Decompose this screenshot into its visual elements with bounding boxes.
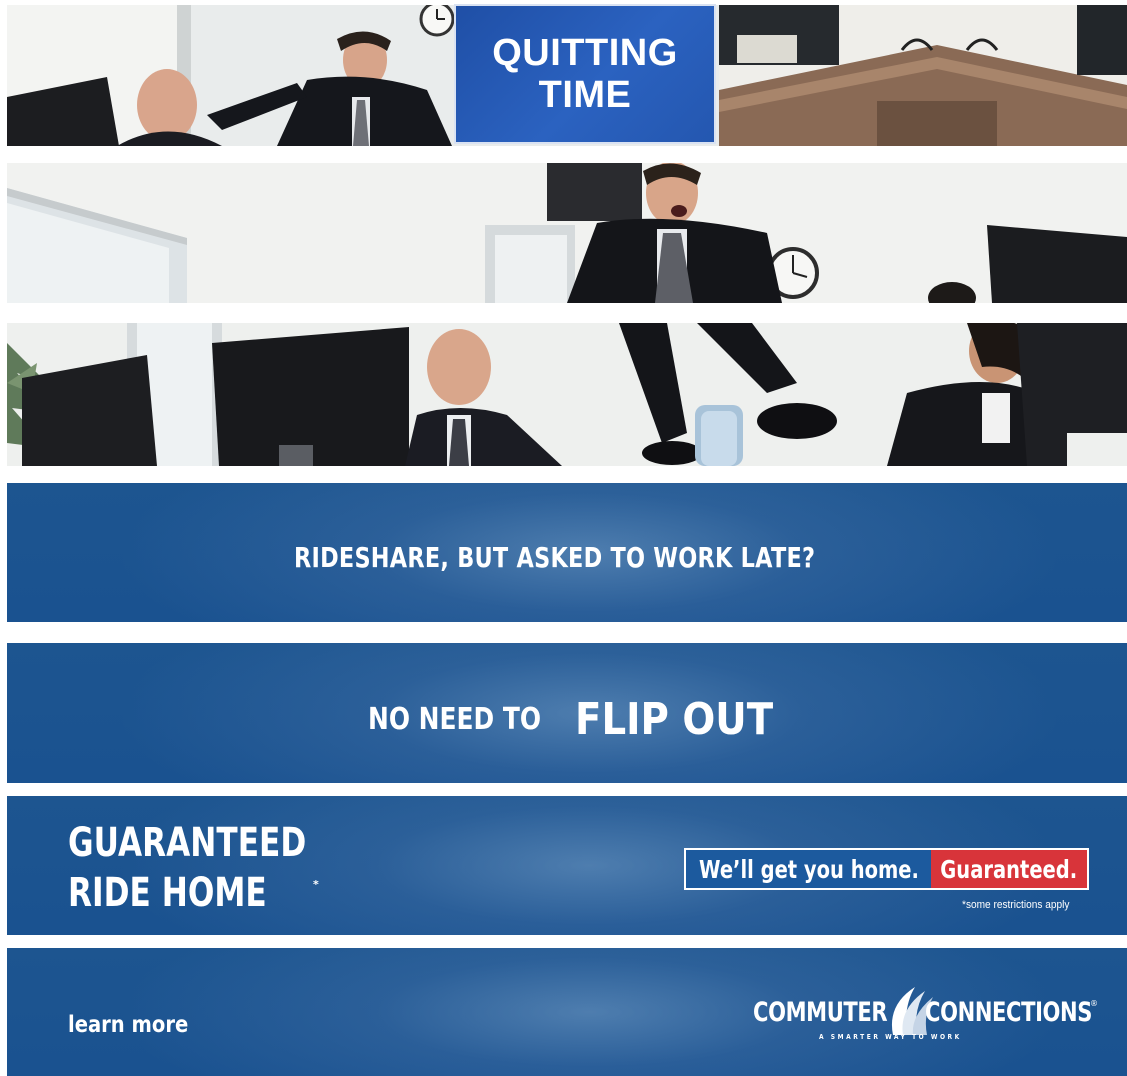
- logo-tagline: A SMARTER WAY TO WORK: [819, 1033, 962, 1041]
- logo-word-connections: CONNECTIONS: [925, 997, 1093, 1028]
- program-asterisk: *: [313, 878, 319, 891]
- flip-out-band: NO NEED TO FLIP OUT: [7, 643, 1127, 783]
- logo-word-commuter: COMMUTER: [753, 997, 888, 1028]
- office-photo-strip-bottom: [7, 323, 1127, 466]
- guaranteed-text: Guaranteed.: [940, 854, 1078, 884]
- question-band: RIDESHARE, BUT ASKED TO WORK LATE?: [7, 483, 1127, 622]
- ad-banner: QUITTING TIME RIDESHARE, BUT ASKED TO WO…: [0, 0, 1127, 1076]
- guaranteed-ride-home-band: GUARANTEED RIDE HOME * We’ll get you hom…: [7, 796, 1127, 935]
- guarantee-tagline-left: We’ll get you home.: [686, 850, 931, 888]
- flip-out-text: FLIP OUT: [575, 694, 774, 745]
- rideshare-question: RIDESHARE, BUT ASKED TO WORK LATE?: [294, 541, 816, 574]
- program-name-line1: GUARANTEED: [68, 820, 307, 866]
- guarantee-tagline-right: Guaranteed.: [931, 850, 1087, 888]
- learn-more-link[interactable]: learn more: [68, 1012, 188, 1038]
- get-you-home-text: We’ll get you home.: [698, 854, 919, 884]
- no-need-to-text: NO NEED TO: [368, 702, 542, 737]
- quitting-time-title-box: QUITTING TIME: [454, 4, 716, 144]
- banner-title: QUITTING TIME: [492, 32, 678, 116]
- footer-band: learn more COMMUTER CONNECTIONS ® A SMAR…: [7, 948, 1127, 1076]
- program-name-line2: RIDE HOME: [68, 870, 267, 916]
- commuter-connections-logo: COMMUTER CONNECTIONS ® A SMARTER WAY TO …: [745, 985, 1098, 1051]
- office-photo-strip-middle: [7, 163, 1127, 303]
- restrictions-note: *some restrictions apply: [962, 899, 1070, 911]
- logo-registered-mark: ®: [1090, 999, 1098, 1008]
- guarantee-tagline-box: We’ll get you home. Guaranteed.: [684, 848, 1089, 890]
